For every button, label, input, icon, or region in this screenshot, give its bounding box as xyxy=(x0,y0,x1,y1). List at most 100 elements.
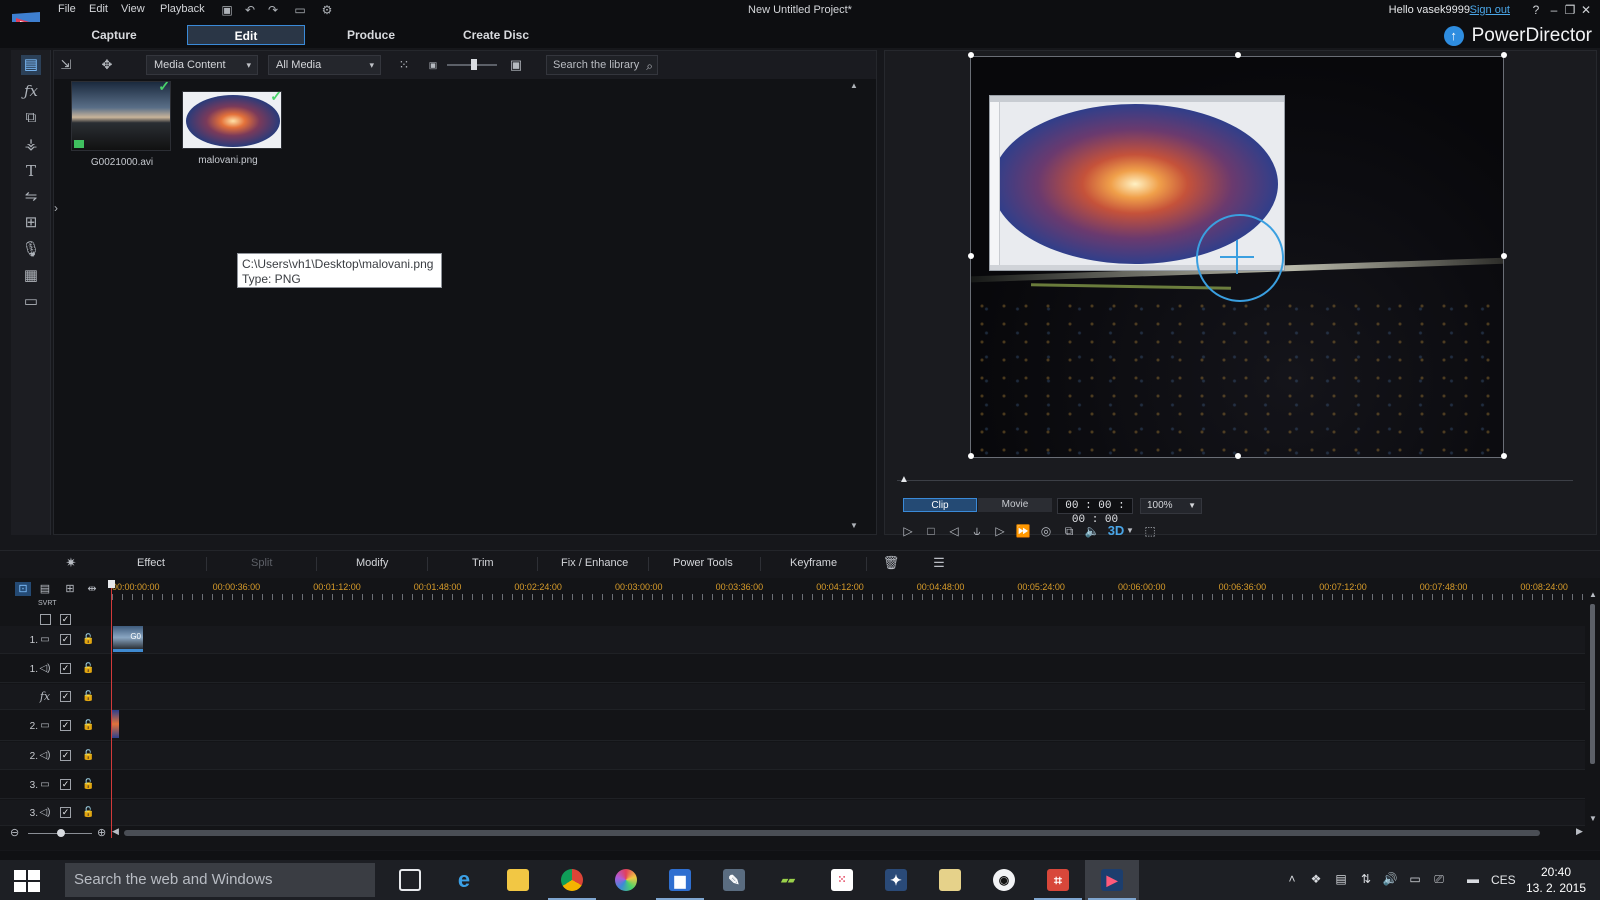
resize-handle[interactable] xyxy=(968,453,974,459)
resize-handle[interactable] xyxy=(1501,52,1507,58)
minimize-icon[interactable]: – xyxy=(1546,2,1562,18)
svrt-toggle-checkbox[interactable] xyxy=(40,614,51,625)
track-row-effect[interactable]: fx ✓ 🔓 xyxy=(0,684,1585,710)
preview-quality-icon[interactable]: ⧉ xyxy=(1060,522,1078,540)
clip-mode-toggle[interactable]: Clip xyxy=(903,498,977,512)
keyframe-button[interactable]: Keyframe xyxy=(790,557,837,569)
action-center-icon[interactable]: ▬ xyxy=(1464,872,1482,888)
more-features-icon[interactable]: ☰ xyxy=(930,554,948,572)
network-icon[interactable]: ⎚ xyxy=(1430,872,1448,888)
menu-view[interactable]: View xyxy=(121,3,145,15)
scroll-down-icon[interactable]: ▼ xyxy=(1589,814,1597,823)
upgrade-arrow-icon[interactable]: ↑ xyxy=(1443,26,1464,46)
timeline-ruler[interactable]: 00:00:00:00 00:00:36:00 00:01:12:00 00:01:4… xyxy=(112,580,1587,600)
track-enable-checkbox[interactable]: ✓ xyxy=(60,720,71,731)
media-app[interactable]: ▰▰ xyxy=(761,860,815,900)
effect-button[interactable]: Effect xyxy=(137,557,165,569)
lock-icon[interactable]: 🔓 xyxy=(82,807,94,819)
camera-app[interactable]: ◉ xyxy=(977,860,1031,900)
media-item-video[interactable]: ✓ G0021000.avi xyxy=(71,78,173,168)
zoom-in-icon[interactable]: ⊕ xyxy=(97,826,106,839)
lock-icon[interactable]: 🔓 xyxy=(82,720,94,732)
volume-icon[interactable]: 🔊 xyxy=(1381,872,1399,888)
aspect-ratio-icon[interactable]: ▭ xyxy=(289,3,311,17)
track-enable-checkbox[interactable]: ✓ xyxy=(60,634,71,645)
resize-handle[interactable] xyxy=(1501,453,1507,459)
trash-icon[interactable]: 🗑 xyxy=(882,554,900,572)
tab-capture[interactable]: Capture xyxy=(55,25,173,45)
sync-icon[interactable]: ⇅ xyxy=(1357,872,1375,888)
next-frame-icon[interactable]: ▷ xyxy=(991,522,1009,540)
scroll-right-icon[interactable]: ▶ xyxy=(1576,826,1583,837)
fast-forward-icon[interactable]: ⏩ xyxy=(1014,522,1032,540)
chevron-down-icon[interactable]: ▼ xyxy=(1121,522,1139,540)
resize-handle[interactable] xyxy=(1501,253,1507,259)
lock-icon[interactable]: 🔓 xyxy=(82,779,94,791)
lock-icon[interactable]: 🔓 xyxy=(82,750,94,762)
task-view-app[interactable] xyxy=(383,860,437,900)
image-thumbnail[interactable]: ✓ xyxy=(182,88,282,149)
resize-handle[interactable] xyxy=(1235,453,1241,459)
preview-timecode[interactable]: 00 : 00 : 00 : 00 xyxy=(1057,498,1133,526)
expand-panel-chevron-right-icon[interactable]: › xyxy=(54,201,64,221)
media-item-image[interactable]: ✓ malovani.png xyxy=(172,81,282,166)
scrub-handle-icon[interactable]: ▲ xyxy=(899,474,909,485)
undo-icon[interactable]: ↶ xyxy=(243,3,257,17)
track-row-audio-2[interactable]: 2. ◁) ✓ 🔓 xyxy=(0,742,1585,770)
menu-playback[interactable]: Playback xyxy=(160,3,205,15)
split-button[interactable]: Split xyxy=(251,557,272,569)
media-filter-dropdown[interactable]: All Media ▾ xyxy=(268,55,381,75)
chapter-room-icon[interactable]: ▦ xyxy=(21,266,41,286)
dropbox-icon[interactable]: ❖ xyxy=(1307,872,1325,888)
help-button[interactable]: ? xyxy=(1528,2,1544,18)
voice-over-microphone-icon[interactable]: 🎙 xyxy=(21,240,41,260)
timeline-vertical-scrollbar[interactable]: ▲ ▼ xyxy=(1589,590,1597,823)
modify-button[interactable]: Modify xyxy=(356,557,388,569)
fx-room-icon[interactable]: ƒx xyxy=(21,81,41,101)
scroll-down-icon[interactable]: ▼ xyxy=(849,521,859,530)
search-icon[interactable]: ⌕ xyxy=(646,57,653,75)
large-thumbnail-icon[interactable]: ▣ xyxy=(507,56,525,74)
track-enable-checkbox[interactable]: ✓ xyxy=(60,663,71,674)
red-app[interactable]: ⌗ xyxy=(1031,860,1085,900)
input-language[interactable]: CES xyxy=(1491,873,1516,887)
timeline-video-clip[interactable]: G0 xyxy=(113,626,143,652)
track-enable-checkbox[interactable]: ✓ xyxy=(60,779,71,790)
track-row-video-3[interactable]: 3. ▭ ✓ 🔓 xyxy=(0,771,1585,799)
save-icon[interactable]: ▣ xyxy=(220,3,234,17)
lock-icon[interactable]: 🔓 xyxy=(82,663,94,675)
magic-tools-wand-icon[interactable]: ✷ xyxy=(62,554,80,572)
undock-preview-icon[interactable]: ⬚ xyxy=(1141,522,1159,540)
photo-viewer-app[interactable]: ✦ xyxy=(869,860,923,900)
restore-icon[interactable]: ❐ xyxy=(1562,2,1578,18)
tab-create-disc[interactable]: Create Disc xyxy=(437,25,555,45)
scrollbar-thumb[interactable] xyxy=(1590,604,1595,764)
media-room-icon[interactable]: ▤ xyxy=(21,55,41,75)
internet-explorer-app[interactable]: e xyxy=(437,860,491,900)
track-row-audio-3[interactable]: 3. ◁) ✓ 🔓 xyxy=(0,800,1585,826)
scroll-up-icon[interactable]: ▲ xyxy=(1589,590,1597,599)
track-manager-icon[interactable]: ⊞ xyxy=(62,582,78,596)
resize-handle[interactable] xyxy=(968,52,974,58)
track-enable-checkbox[interactable]: ✓ xyxy=(60,691,71,702)
settings-gear-icon[interactable]: ⚙ xyxy=(320,3,334,17)
rotate-handle-circle[interactable] xyxy=(1196,214,1284,302)
color-picker-app[interactable] xyxy=(599,860,653,900)
pip-room-icon[interactable]: ⧉ xyxy=(21,108,41,128)
timeline-horizontal-scrollbar[interactable] xyxy=(124,830,1540,836)
plugins-icon[interactable]: ✥ xyxy=(98,56,116,74)
zoom-out-icon[interactable]: ⊖ xyxy=(10,826,19,839)
audio-mixing-room-icon[interactable]: ⊞ xyxy=(21,213,41,233)
notes-app[interactable] xyxy=(923,860,977,900)
library-search-input[interactable]: Search the library ⌕ xyxy=(546,55,658,75)
taskbar-search-input[interactable]: Search the web and Windows xyxy=(65,863,375,897)
small-thumbnail-icon[interactable]: ▣ xyxy=(424,56,442,74)
thumbnail-size-slider-knob[interactable] xyxy=(471,59,477,70)
playhead-line[interactable] xyxy=(111,582,112,838)
lock-icon[interactable]: 🔓 xyxy=(82,634,94,646)
storyboard-view-icon[interactable]: ▤ xyxy=(37,582,53,596)
split-icon[interactable]: ⫝ xyxy=(968,522,986,540)
chrome-app[interactable] xyxy=(545,860,599,900)
subtitle-room-icon[interactable]: ▭ xyxy=(21,292,41,312)
lock-icon[interactable]: 🔓 xyxy=(82,691,94,703)
